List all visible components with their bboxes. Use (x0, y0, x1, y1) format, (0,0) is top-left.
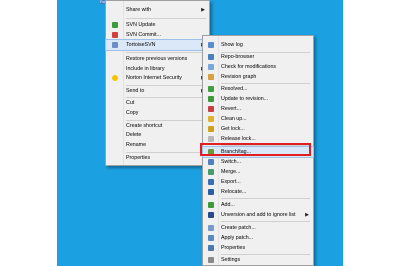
submenu-item-unversion-ignore[interactable]: Unversion and add to ignore list ▶ (203, 210, 313, 220)
submenu-item-revert[interactable]: Revert... (203, 104, 313, 114)
menu-item-label: Send to (126, 88, 145, 94)
svn-update-icon (112, 22, 118, 28)
menu-item-label: SVN Update (126, 22, 156, 28)
menu-item-label: Switch... (221, 159, 242, 165)
menu-item-norton-internet-security[interactable]: Norton Internet Security ▶ (106, 73, 209, 83)
tortoisesvn-icon (112, 42, 118, 48)
cleanup-icon (208, 116, 214, 122)
context-menu: Share with ▶ SVN Update SVN Commit... To… (105, 0, 210, 166)
release-lock-icon (208, 136, 214, 142)
ignore-icon (208, 212, 214, 218)
menu-item-label: Show log (221, 42, 243, 48)
add-icon (208, 202, 214, 208)
norton-icon (112, 75, 118, 81)
submenu-item-show-log[interactable]: Show log (203, 40, 313, 50)
menu-item-label: Update to revision... (221, 96, 269, 102)
menu-item-delete[interactable]: Delete (106, 130, 209, 140)
revision-graph-icon (208, 74, 214, 80)
menu-item-svn-update[interactable]: SVN Update (106, 20, 209, 30)
submenu-arrow-icon: ▶ (305, 212, 309, 218)
menu-item-label: Revision graph (221, 74, 257, 80)
revert-icon (208, 106, 214, 112)
menu-item-label: Get lock... (221, 126, 245, 132)
menu-item-label: Check for modifications (221, 64, 277, 70)
menu-item-send-to[interactable]: Send to ▶ (106, 86, 209, 96)
menu-separator (126, 18, 206, 19)
apply-patch-icon (208, 235, 214, 241)
menu-item-label: Copy (126, 110, 139, 116)
menu-item-restore-previous-versions[interactable]: Restore previous versions (106, 54, 209, 64)
show-log-icon (208, 42, 214, 48)
svn-commit-icon (112, 32, 118, 38)
menu-item-label: Properties (126, 155, 151, 161)
submenu-item-export[interactable]: Export... (203, 177, 313, 187)
switch-icon (208, 159, 214, 165)
update-revision-icon (208, 96, 214, 102)
submenu-item-repo-browser[interactable]: Repo-browser (203, 52, 313, 62)
menu-item-label: Unversion and add to ignore list (221, 212, 296, 218)
highlight-box (200, 143, 311, 156)
submenu-item-relocate[interactable]: Relocate... (203, 187, 313, 197)
submenu-item-check-for-modifications[interactable]: Check for modifications (203, 62, 313, 72)
check-modifications-icon (208, 64, 214, 70)
properties-icon (208, 245, 214, 251)
submenu-item-properties[interactable]: Properties (203, 243, 313, 253)
menu-item-cut[interactable]: Cut (106, 98, 209, 108)
menu-item-label: Apply patch... (221, 235, 254, 241)
menu-separator (221, 221, 310, 222)
menu-item-label: Norton Internet Security (126, 75, 182, 81)
menu-item-label: Cut (126, 100, 135, 106)
submenu-item-switch[interactable]: Switch... (203, 157, 313, 167)
menu-item-svn-commit[interactable]: SVN Commit... (106, 30, 209, 40)
submenu-item-revision-graph[interactable]: Revision graph (203, 72, 313, 82)
menu-item-label: Rename (126, 142, 147, 148)
menu-item-copy[interactable]: Copy (106, 108, 209, 118)
menu-item-share-with[interactable]: Share with ▶ (106, 5, 209, 15)
submenu-item-update-to-revision[interactable]: Update to revision... (203, 94, 313, 104)
menu-item-label: SVN Commit... (126, 32, 162, 38)
menu-item-label: Merge... (221, 169, 241, 175)
submenu-arrow-icon: ▶ (201, 7, 205, 13)
submenu-item-create-patch[interactable]: Create patch... (203, 223, 313, 233)
submenu-item-merge[interactable]: Merge... (203, 167, 313, 177)
submenu-item-resolved[interactable]: Resolved... (203, 84, 313, 94)
resolved-icon (208, 86, 214, 92)
menu-item-label: Repo-browser (221, 54, 255, 60)
submenu-item-add[interactable]: Add... (203, 200, 313, 210)
menu-item-label: Export... (221, 179, 241, 185)
create-patch-icon (208, 225, 214, 231)
menu-item-label: Add... (221, 202, 235, 208)
menu-item-label: Properties (221, 245, 246, 251)
menu-item-label: Share with (126, 7, 152, 13)
submenu-item-clean-up[interactable]: Clean up... (203, 114, 313, 124)
menu-separator (126, 52, 206, 53)
settings-icon (208, 257, 214, 263)
repo-browser-icon (208, 54, 214, 60)
menu-item-label: TortoiseSVN (126, 42, 156, 48)
export-icon (208, 179, 214, 185)
submenu-item-apply-patch[interactable]: Apply patch... (203, 233, 313, 243)
menu-item-tortoisesvn[interactable]: TortoiseSVN ▶ (105, 39, 210, 51)
get-lock-icon (208, 126, 214, 132)
menu-item-label: Restore previous versions (126, 56, 188, 62)
menu-item-properties[interactable]: Properties (106, 153, 209, 163)
menu-item-label: Delete (126, 132, 142, 138)
menu-separator (221, 198, 310, 199)
menu-item-label: Relocate... (221, 189, 247, 195)
merge-icon (208, 169, 214, 175)
submenu-item-settings[interactable]: Settings (203, 255, 313, 265)
menu-item-rename[interactable]: Rename (106, 140, 209, 150)
submenu-item-get-lock[interactable]: Get lock... (203, 124, 313, 134)
menu-item-label: Create patch... (221, 225, 256, 231)
menu-item-label: Resolved... (221, 86, 248, 92)
menu-item-label: Clean up... (221, 116, 247, 122)
menu-item-label: Settings (221, 257, 241, 263)
menu-item-label: Revert... (221, 106, 242, 112)
relocate-icon (208, 189, 214, 195)
